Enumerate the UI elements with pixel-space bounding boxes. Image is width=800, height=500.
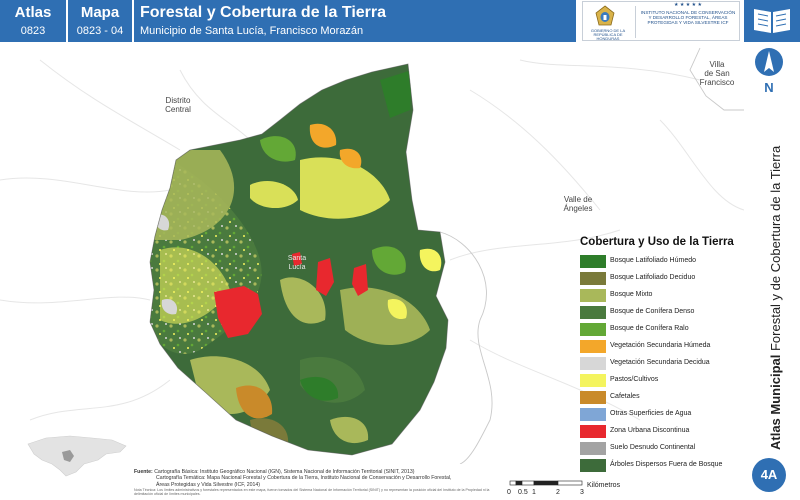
vertical-title-rest: Forestal y de Cobertura de la Tierra xyxy=(768,145,783,355)
legend-items: Bosque Latifoliado Húmedo Bosque Latifoli… xyxy=(580,254,744,475)
legend-label: Vegetación Secundaria Decidua xyxy=(610,359,710,366)
scale-tick-2: 2 xyxy=(556,489,560,496)
legend-label: Vegetación Secundaria Húmeda xyxy=(610,342,711,349)
scale-unit-label: Kilómetros xyxy=(587,482,621,489)
atlas-code-box: Atlas 0823 xyxy=(0,0,66,42)
legend-item: Árboles Dispersos Fuera de Bosque xyxy=(580,458,744,475)
legend-label: Cafetales xyxy=(610,393,640,400)
legend-item: Vegetación Secundaria Húmeda xyxy=(580,339,744,356)
legend-swatch xyxy=(580,323,606,336)
legend-label: Bosque Latifoliado Húmedo xyxy=(610,257,697,264)
source-line-1: Cartografía Básica: Instituto Geográfico… xyxy=(154,469,415,475)
vertical-title-bold: Atlas Municipal xyxy=(768,354,783,450)
santa-lucia-text: Santa Lucía xyxy=(287,255,307,271)
legend-label: Otras Superficies de Agua xyxy=(610,410,692,417)
technical-note: Nota Técnica: Los límites administrativo… xyxy=(134,487,490,497)
atlas-code: 0823 xyxy=(20,25,46,37)
legend-label: Pastos/Cultivos xyxy=(610,376,659,383)
header-bar: Atlas 0823 Mapa 0823 - 04 Forestal y Cob… xyxy=(0,0,800,42)
legend-swatch xyxy=(580,459,606,472)
source-notes: Fuente: Cartografía Básica: Instituto Ge… xyxy=(134,469,494,497)
legend-swatch xyxy=(580,357,606,370)
north-label: N xyxy=(764,80,774,95)
atlas-book-button[interactable] xyxy=(744,0,800,42)
institution-logos: GOBIERNO DE LA REPÚBLICA DE HONDURAS ★ ★… xyxy=(582,1,740,41)
distrito-central-text: Distrito Central xyxy=(165,96,191,114)
legend-label: Bosque Latifoliado Deciduo xyxy=(610,274,696,281)
legend-item: Bosque Latifoliado Deciduo xyxy=(580,271,744,288)
scale-tick-0-5: 0.5 xyxy=(518,489,528,496)
map-title: Forestal y Cobertura de la Tierra xyxy=(140,4,387,21)
legend-swatch xyxy=(580,442,606,455)
vertical-atlas-title: Atlas Municipal Forestal y de Cobertura … xyxy=(768,146,783,450)
legend-swatch xyxy=(580,255,606,268)
legend-swatch xyxy=(580,289,606,302)
map-code-box: Mapa 0823 - 04 xyxy=(68,0,132,42)
legend-label: Bosque de Conífera Denso xyxy=(610,308,695,315)
map-code: 0823 - 04 xyxy=(76,25,124,37)
scale-tick-3: 3 xyxy=(580,489,584,496)
legend-label: Bosque Mixto xyxy=(610,291,653,298)
atlas-label: Atlas xyxy=(14,4,52,21)
legend-item: Otras Superficies de Agua xyxy=(580,407,744,424)
open-book-icon xyxy=(754,9,790,33)
icf-logo-text: INSTITUTO NACIONAL DE CONSERVACIÓN Y DES… xyxy=(640,10,736,25)
place-label-santa-lucia: Santa Lucía xyxy=(280,254,314,272)
legend: Cobertura y Uso de la Tierra Bosque Lati… xyxy=(580,236,744,475)
legend-swatch xyxy=(580,340,606,353)
scale-bar xyxy=(509,480,583,486)
legend-item: Suelo Desnudo Continental xyxy=(580,441,744,458)
scale-tick-0: 0 xyxy=(507,489,511,496)
legend-item: Vegetación Secundaria Decidua xyxy=(580,356,744,373)
place-label-villa-san-francisco: Villa de San Francisco xyxy=(696,60,738,87)
map-number-badge: 4A xyxy=(752,458,786,492)
place-label-valle-angeles: Valle de Ángeles xyxy=(556,195,600,213)
legend-item: Zona Urbana Discontinua xyxy=(580,424,744,441)
legend-item: Pastos/Cultivos xyxy=(580,373,744,390)
honduras-crest-icon xyxy=(595,5,615,26)
legend-label: Bosque de Conífera Ralo xyxy=(610,325,689,332)
source-line-2: Cartografía Temática: Mapa Nacional Fore… xyxy=(156,475,452,482)
map-subtitle: Municipio de Santa Lucía, Francisco Mora… xyxy=(140,25,364,37)
villa-san-francisco-text: Villa de San Francisco xyxy=(699,60,735,87)
legend-title: Cobertura y Uso de la Tierra xyxy=(580,236,734,248)
source-label: Fuente: xyxy=(134,469,153,475)
legend-item: Bosque Latifoliado Húmedo xyxy=(580,254,744,271)
legend-swatch xyxy=(580,425,606,438)
map-label: Mapa xyxy=(80,4,120,21)
logo-divider xyxy=(635,6,636,38)
legend-item: Bosque de Conífera Denso xyxy=(580,305,744,322)
title-box: Forestal y Cobertura de la Tierra Munici… xyxy=(134,0,576,42)
honduras-locator-map xyxy=(27,435,127,477)
place-label-distrito-central: Distrito Central xyxy=(158,96,198,114)
government-logo-text: GOBIERNO DE LA REPÚBLICA DE HONDURAS xyxy=(590,28,626,41)
stars-icon: ★ ★ ★ ★ ★ xyxy=(674,2,702,8)
legend-label: Zona Urbana Discontinua xyxy=(610,427,690,434)
legend-swatch xyxy=(580,391,606,404)
legend-swatch xyxy=(580,272,606,285)
scale-tick-1: 1 xyxy=(532,489,536,496)
legend-item: Bosque de Conífera Ralo xyxy=(580,322,744,339)
legend-swatch xyxy=(580,408,606,421)
legend-swatch xyxy=(580,306,606,319)
legend-item: Bosque Mixto xyxy=(580,288,744,305)
legend-label: Árboles Dispersos Fuera de Bosque xyxy=(610,461,723,468)
legend-label: Suelo Desnudo Continental xyxy=(610,444,696,451)
valle-angeles-text: Valle de Ángeles xyxy=(563,195,593,213)
legend-item: Cafetales xyxy=(580,390,744,407)
legend-swatch xyxy=(580,374,606,387)
